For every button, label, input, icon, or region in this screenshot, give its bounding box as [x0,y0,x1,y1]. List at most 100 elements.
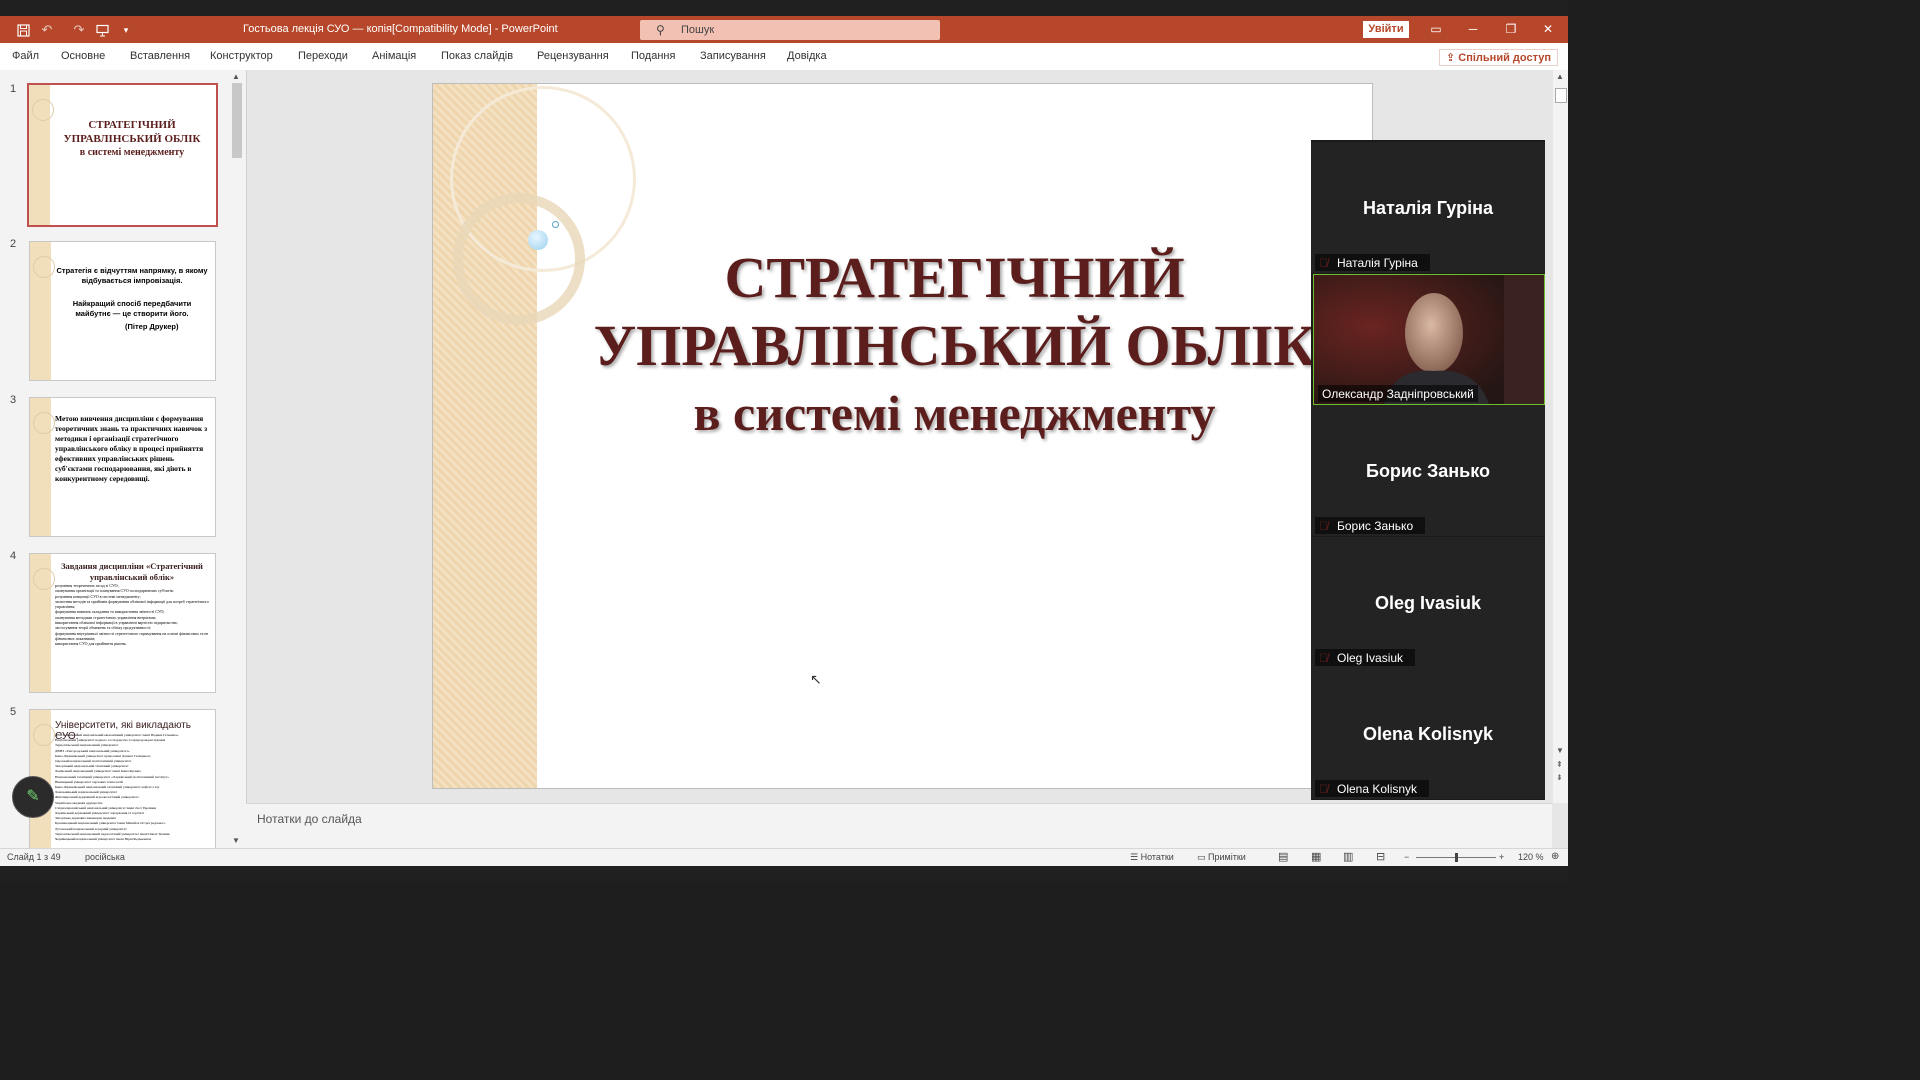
ribbon-display-options-icon[interactable]: ▭ [1426,20,1446,38]
tab-insert[interactable]: Вставлення [130,50,190,62]
thumbnail-decor-ring [33,256,55,278]
participant-tile[interactable]: Olena Kolisnyk 🎙̸ Olena Kolisnyk [1311,668,1545,799]
thumb-bullet: формування внутрішньої звітності стратег… [55,630,209,641]
screen-top-bar [0,0,1568,16]
previous-slide-icon[interactable]: ⇞ [1556,760,1563,769]
pen-icon: ✎ [26,788,40,805]
title-bar: ↶ ↷ ▾ Гостьова лекція СУО — копія[Compat… [0,16,1568,43]
reading-view-icon[interactable]: ▥ [1343,850,1353,863]
sign-in-button[interactable]: Увійти [1363,21,1409,38]
slide-counter: Слайд 1 з 49 [7,852,61,862]
tab-view[interactable]: Подання [631,50,675,62]
zoom-slider-handle[interactable] [1455,853,1458,862]
tab-file[interactable]: Файл [12,50,39,62]
zoom-out-icon[interactable]: − [1404,852,1409,862]
thumbnail-decor-ring [33,412,55,434]
tab-design[interactable]: Конструктор [210,50,273,62]
slide-sorter-icon[interactable]: ▦ [1311,850,1321,863]
slide-thumbnail-1[interactable]: СТРАТЕГІЧНИЙ УПРАВЛІНСЬКИЙ ОБЛІК в систе… [27,83,218,227]
participant-name-large: Olena Kolisnyk [1362,724,1494,744]
thumb2-quote1: Стратегія є відчуттям напрямку, в якому … [56,266,208,285]
tab-animations[interactable]: Анімація [372,50,416,62]
search-box[interactable]: ⚲ Пошук [640,20,940,40]
share-icon: ⇪ [1446,52,1459,64]
slide-thumbnail-2[interactable]: Стратегія є відчуттям напрямку, в якому … [29,241,216,381]
meeting-participants-panel: Наталія Гуріна 🎙̸ Наталія Гуріна Олексан… [1311,140,1545,800]
zoom-level[interactable]: 120 % [1518,852,1544,862]
slide-thumbnail-5[interactable]: Університети, які викладають СУО: ДВНЗ «… [29,709,216,849]
maximize-icon[interactable]: ❐ [1501,20,1521,38]
notes-toggle-label: Нотатки [1140,852,1174,862]
tab-transitions[interactable]: Переходи [298,50,348,62]
share-button[interactable]: ⇪ Спільний доступ [1439,49,1558,66]
tab-recording[interactable]: Записування [700,50,766,62]
thumbnail-number: 5 [10,706,17,718]
comments-toggle-button[interactable]: ▭ Примітки [1197,852,1246,863]
slideshow-view-icon[interactable]: ⊟ [1376,850,1385,863]
tab-review[interactable]: Рецензування [537,50,609,62]
thumb1-line2: УПРАВЛІНСЬКИЙ ОБЛІК [63,133,201,145]
thumb3-text: Метою вивчення дисципліни є формування т… [55,414,208,483]
scrollbar-thumb[interactable] [1555,88,1567,103]
comments-toggle-label: Примітки [1208,852,1246,862]
annotate-pen-button[interactable]: ✎ [12,776,54,818]
thumbnail-decor-ring [33,724,55,746]
participant-tile[interactable]: Борис Занько 🎙̸ Борис Занько [1311,405,1545,536]
thumbnail-decor-ring [32,99,54,121]
undo-icon[interactable]: ↶ [38,21,56,39]
scroll-up-arrow-icon[interactable]: ▲ [232,72,240,81]
participant-name-large: Борис Занько [1366,461,1490,481]
thumb2-quote2: Найкращий спосіб передбачити майбутнє — … [72,299,192,318]
thumbnail-decor-ring [33,568,55,590]
slide-thumbnails-pane: 1 СТРАТЕГІЧНИЙ УПРАВЛІНСЬКИЙ ОБЛІК в сис… [0,70,247,849]
scroll-up-arrow-icon[interactable]: ▲ [1556,72,1564,81]
thumbnail-number: 4 [10,550,17,562]
slide-title-line2: УПРАВЛІНСЬКИЙ ОБЛІК [593,313,1316,378]
participant-tile[interactable]: Наталія Гуріна 🎙̸ Наталія Гуріна [1311,142,1545,273]
participant-label: Олександр Задніпровський [1318,385,1478,402]
participant-video-tile[interactable]: Олександр Задніпровський [1313,274,1545,405]
thumb1-line3: в системі менеджменту [79,147,185,158]
thumbnail-number: 1 [10,83,17,95]
thumb1-line1: СТРАТЕГІЧНИЙ [88,119,176,131]
notes-icon: ☰ [1130,852,1141,862]
notes-pane[interactable]: Нотатки до слайда [246,803,1552,849]
slide-decor-dot [552,221,559,228]
participant-label: Наталія Гуріна [1315,254,1430,271]
thumbnails-scrollbar[interactable]: ▲ ▼ [230,70,244,848]
slide-thumbnail-3[interactable]: Метою вивчення дисципліни є формування т… [29,397,216,537]
customize-toolbar-icon[interactable]: ▾ [117,21,135,39]
minimize-icon[interactable]: ─ [1463,20,1483,38]
scrollbar-thumb[interactable] [232,83,242,158]
slide-canvas[interactable]: СТРАТЕГІЧНИЙ УПРАВЛІНСЬКИЙ ОБЛІК в систе… [432,83,1373,789]
scroll-down-arrow-icon[interactable]: ▼ [1556,746,1564,755]
slide-subtitle: в системі менеджменту [693,385,1216,441]
next-slide-icon[interactable]: ⇟ [1556,773,1563,782]
document-title: Гостьова лекція СУО — копія[Compatibilit… [243,23,558,35]
tab-home[interactable]: Основне [61,50,105,62]
search-icon: ⚲ [656,23,665,37]
thumb-bullet: використання СУО для прийняття рішень. [55,641,128,647]
slide-thumbnail-4[interactable]: Завдання дисципліни «Стратегічний управл… [29,553,216,693]
tab-slideshow[interactable]: Показ слайдів [441,50,513,62]
start-slideshow-icon[interactable] [93,21,111,39]
thumb5-list: ДВНЗ «Київський національний економічний… [55,733,209,842]
close-icon[interactable]: ✕ [1538,20,1558,38]
thumb4-title: Завдання дисципліни «Стратегічний управл… [61,561,203,582]
share-label: Спільний доступ [1458,52,1551,64]
thumb-bullet: Чернівецький національний університет ім… [55,837,152,842]
language-indicator[interactable]: російська [85,852,125,862]
thumbnail-number: 3 [10,394,17,406]
zoom-in-icon[interactable]: + [1499,852,1504,862]
redo-icon[interactable]: ↷ [70,21,88,39]
notes-toggle-button[interactable]: ☰ Нотатки [1130,852,1174,863]
slide-scrollbar[interactable]: ▲ ▼ ⇞ ⇟ [1553,70,1568,803]
scroll-down-arrow-icon[interactable]: ▼ [232,836,240,845]
save-icon[interactable] [14,21,32,39]
tab-help[interactable]: Довідка [787,50,827,62]
normal-view-icon[interactable]: ▤ [1278,850,1288,863]
thumbnail-number: 2 [10,238,17,250]
participant-name-large: Наталія Гуріна [1363,198,1493,218]
participant-tile[interactable]: Oleg Ivasiuk 🎙̸ Oleg Ivasiuk [1311,537,1545,668]
fit-to-window-icon[interactable]: ⊕ [1551,851,1559,862]
